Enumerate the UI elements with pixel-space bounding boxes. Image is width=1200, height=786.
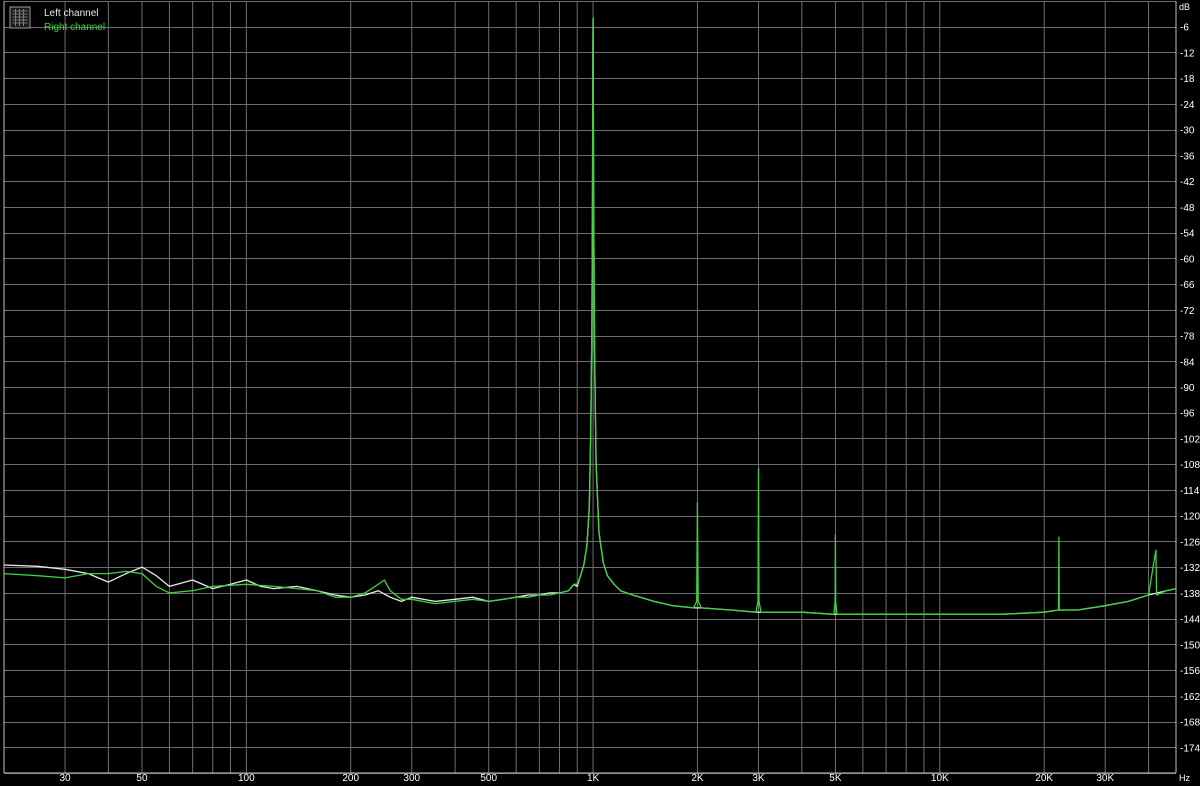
y-tick-label: -174 [1180, 743, 1200, 754]
x-tick-label: 20K [1035, 773, 1053, 784]
spectrum-chart: -6 -12 -18 -24 -30 -36 -42 -48 -54 -60 -66 -72 -78 -8… [3, 1, 1200, 784]
y-unit-label: dB [1179, 2, 1190, 12]
y-tick-label: -120 [1180, 512, 1200, 523]
y-tick-label: -66 [1180, 280, 1195, 291]
y-tick-label: -108 [1180, 460, 1200, 471]
y-tick-label: -150 [1180, 640, 1200, 651]
y-tick-label: -78 [1180, 332, 1195, 343]
x-tick-label: 3K [752, 773, 765, 784]
y-tick-label: -114 [1180, 486, 1200, 497]
x-tick-label: 100 [238, 773, 255, 784]
y-tick-label: -48 [1180, 203, 1195, 214]
y-tick-label: -162 [1180, 692, 1200, 703]
y-tick-label: -36 [1180, 151, 1195, 162]
y-tick-label: -18 [1180, 74, 1195, 85]
x-tick-label: 30 [59, 773, 71, 784]
y-tick-label: -168 [1180, 718, 1200, 729]
y-tick-label: -42 [1180, 177, 1195, 188]
legend-icon [9, 6, 31, 29]
legend: Left channel Right channel [9, 6, 105, 33]
x-tick-label: 10K [931, 773, 949, 784]
x-tick-label: 1K [587, 773, 600, 784]
y-tick-label: -72 [1180, 306, 1195, 317]
legend-left-channel: Left channel [44, 8, 99, 19]
series-left-channel [3, 17, 1177, 615]
y-tick-label: -6 [1180, 23, 1189, 34]
x-tick-label: 500 [480, 773, 497, 784]
x-tick-label: 300 [403, 773, 420, 784]
x-tick-label: 5K [829, 773, 842, 784]
series-layer [3, 17, 1177, 615]
y-tick-label: -12 [1180, 48, 1195, 59]
y-tick-label: -24 [1180, 100, 1195, 111]
x-unit-label: Hz [1179, 773, 1190, 783]
y-tick-label: -156 [1180, 666, 1200, 677]
y-tick-label: -138 [1180, 589, 1200, 600]
y-tick-label: -96 [1180, 409, 1195, 420]
y-tick-label: -54 [1180, 229, 1195, 240]
y-tick-label: -144 [1180, 615, 1200, 626]
legend-right-channel: Right channel [44, 22, 105, 33]
y-tick-label: -126 [1180, 537, 1200, 548]
y-tick-label: -30 [1180, 126, 1195, 137]
y-tick-label: -84 [1180, 357, 1195, 368]
y-tick-label: -132 [1180, 563, 1200, 574]
y-tick-label: -102 [1180, 434, 1200, 445]
x-tick-label: 30K [1096, 773, 1114, 784]
y-tick-label: -90 [1180, 383, 1195, 394]
x-tick-label: 2K [691, 773, 704, 784]
series-right-channel [3, 17, 1177, 615]
x-tick-label: 50 [136, 773, 148, 784]
x-tick-label: 200 [342, 773, 359, 784]
grid-lines [3, 1, 1176, 774]
y-tick-label: -60 [1180, 254, 1195, 265]
